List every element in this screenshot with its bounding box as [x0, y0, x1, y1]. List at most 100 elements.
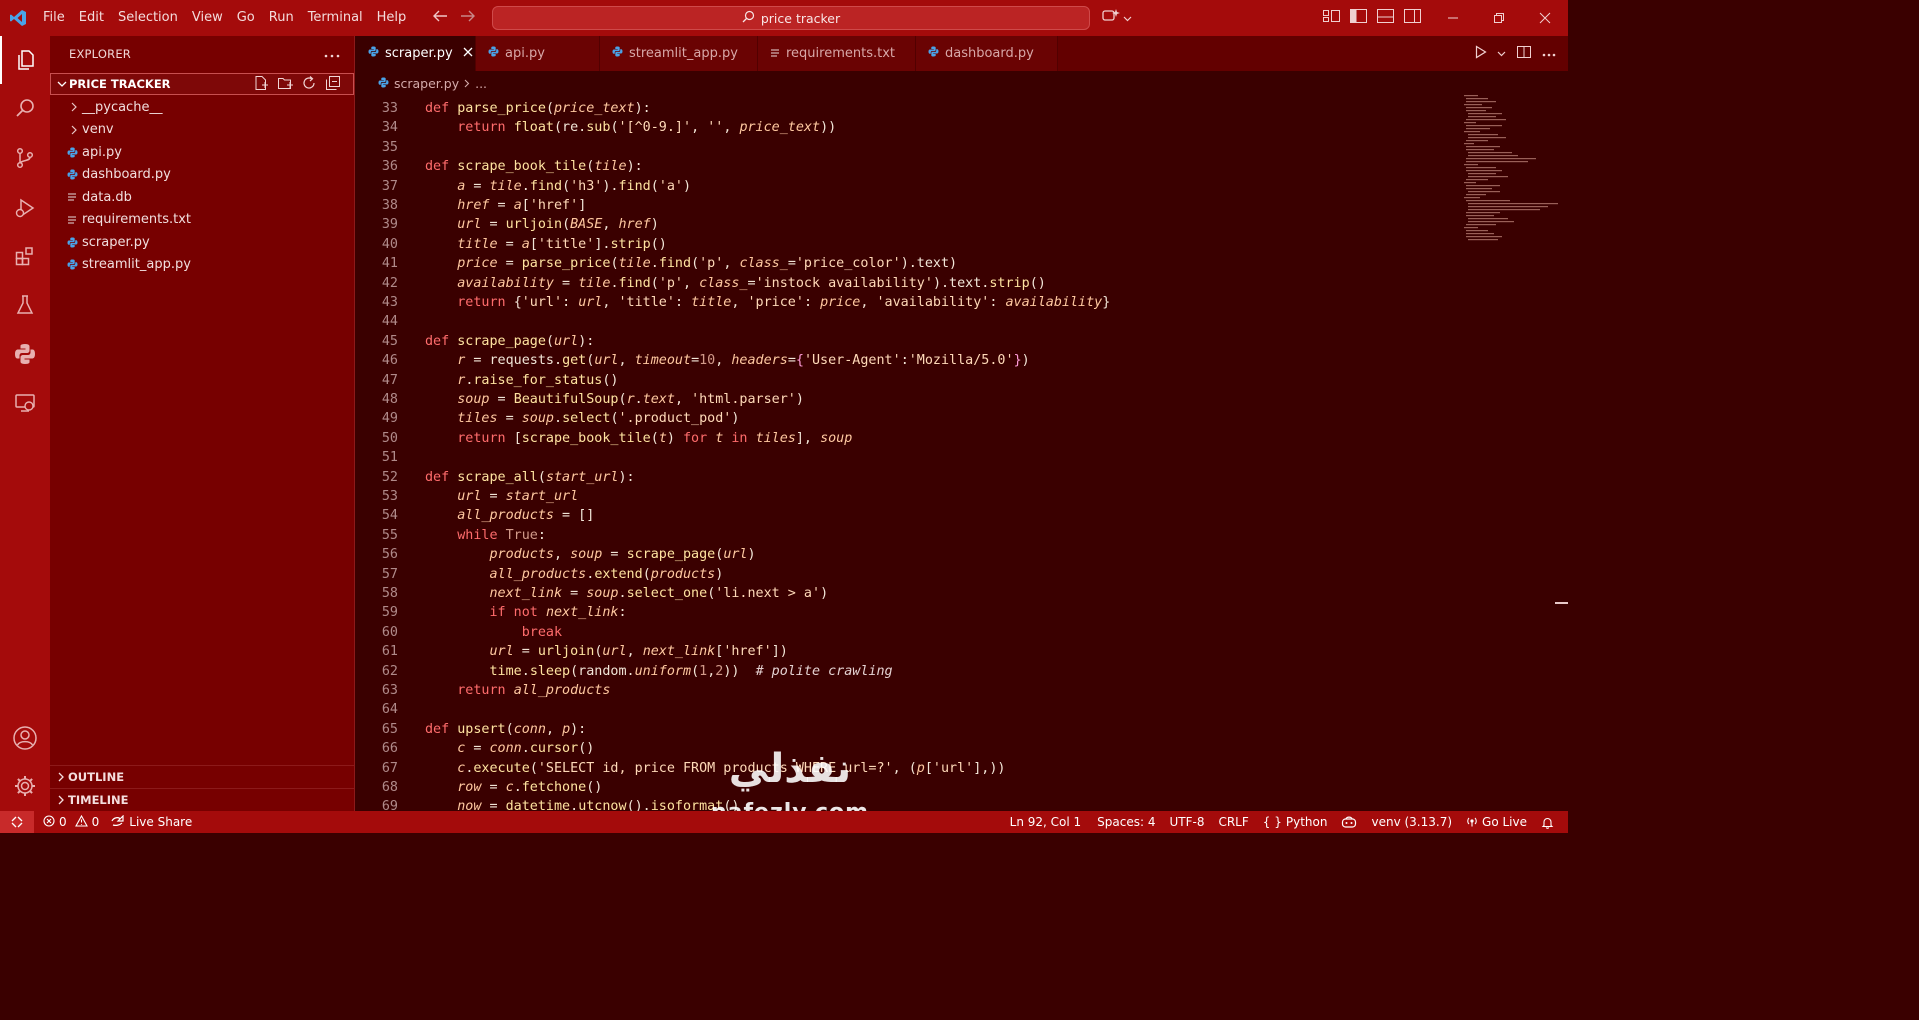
- menu-file[interactable]: File: [36, 0, 72, 36]
- menu-view[interactable]: View: [185, 0, 230, 36]
- remote-indicator-icon[interactable]: [0, 811, 34, 833]
- tab-streamlit-app-py[interactable]: streamlit_app.py: [600, 36, 758, 71]
- outline-panel-header[interactable]: OUTLINE: [50, 765, 355, 787]
- new-folder-icon[interactable]: [277, 75, 293, 94]
- indentation[interactable]: Spaces: 4: [1091, 811, 1163, 833]
- refresh-icon[interactable]: [301, 75, 317, 94]
- menu-terminal[interactable]: Terminal: [301, 0, 370, 36]
- folder-header-price-tracker[interactable]: PRICE TRACKER: [50, 73, 354, 95]
- breadcrumb-more[interactable]: ...: [475, 76, 487, 91]
- code-line[interactable]: 37 a = tile.find('h3').find('a'): [356, 177, 1456, 196]
- code-line[interactable]: 36 def scrape_book_tile(tile):: [356, 157, 1456, 176]
- code-line[interactable]: 52 def scrape_all(start_url):: [356, 468, 1456, 487]
- code-line[interactable]: 44: [356, 312, 1456, 331]
- code-line[interactable]: 56 products, soup = scrape_page(url): [356, 545, 1456, 564]
- forward-arrow-icon[interactable]: [460, 9, 476, 27]
- code-line[interactable]: 63 return all_products: [356, 681, 1456, 700]
- code-line[interactable]: 38 href = a['href']: [356, 196, 1456, 215]
- extensions-icon[interactable]: [0, 232, 50, 280]
- code-line[interactable]: 54 all_products = []: [356, 506, 1456, 525]
- code-line[interactable]: 40 title = a['title'].strip(): [356, 235, 1456, 254]
- language-mode[interactable]: { } Python: [1257, 811, 1336, 833]
- code-line[interactable]: 42 availability = tile.find('p', class_=…: [356, 274, 1456, 293]
- explorer-icon[interactable]: [0, 36, 50, 84]
- timeline-panel-header[interactable]: TIMELINE: [50, 788, 355, 810]
- code-line[interactable]: 64: [356, 700, 1456, 719]
- menu-go[interactable]: Go: [230, 0, 262, 36]
- tree-item-dashboard-py[interactable]: dashboard.py: [50, 164, 354, 187]
- tree-item-api-py[interactable]: api.py: [50, 141, 354, 164]
- python-icon[interactable]: [0, 330, 50, 378]
- new-file-icon[interactable]: [253, 75, 269, 94]
- code-line[interactable]: 41 price = parse_price(tile.find('p', cl…: [356, 254, 1456, 273]
- code-line[interactable]: 66 c = conn.cursor(): [356, 739, 1456, 758]
- code-line[interactable]: 68 row = c.fetchone(): [356, 778, 1456, 797]
- minimap[interactable]: [1462, 95, 1558, 245]
- code-line[interactable]: 46 r = requests.get(url, timeout=10, hea…: [356, 351, 1456, 370]
- breadcrumb-file[interactable]: scraper.py: [394, 76, 459, 91]
- code-line[interactable]: 49 tiles = soup.select('.product_pod'): [356, 409, 1456, 428]
- copilot-status-icon[interactable]: [1335, 811, 1365, 833]
- code-line[interactable]: 51: [356, 448, 1456, 467]
- python-interpreter[interactable]: venv (3.13.7): [1365, 811, 1460, 833]
- run-python-file-icon[interactable]: [1475, 44, 1487, 63]
- code-line[interactable]: 45 def scrape_page(url):: [356, 332, 1456, 351]
- toggle-panel-icon[interactable]: [1376, 8, 1395, 28]
- customize-layout-icon[interactable]: [1322, 8, 1341, 28]
- restore-icon[interactable]: [1476, 0, 1522, 36]
- remote-explorer-icon[interactable]: [0, 379, 50, 427]
- code-line[interactable]: 58 next_link = soup.select_one('li.next …: [356, 584, 1456, 603]
- tab-scraper-py[interactable]: scraper.py: [356, 36, 476, 71]
- collapse-all-icon[interactable]: [325, 75, 341, 94]
- chevron-down-icon[interactable]: [1497, 46, 1506, 61]
- search-view-icon[interactable]: [0, 84, 50, 132]
- code-line[interactable]: 69 now = datetime.utcnow().isoformat(): [356, 797, 1456, 811]
- tab-requirements-txt[interactable]: requirements.txt: [758, 36, 916, 71]
- more-actions-icon[interactable]: [1542, 46, 1556, 61]
- menu-selection[interactable]: Selection: [111, 0, 185, 36]
- code-line[interactable]: 43 return {'url': url, 'title': title, '…: [356, 293, 1456, 312]
- code-line[interactable]: 65 def upsert(conn, p):: [356, 720, 1456, 739]
- encoding[interactable]: UTF-8: [1163, 811, 1212, 833]
- split-editor-icon[interactable]: [1516, 45, 1532, 63]
- code-line[interactable]: 59 if not next_link:: [356, 603, 1456, 622]
- source-control-icon[interactable]: [0, 134, 50, 182]
- go-live-button[interactable]: Go Live: [1460, 811, 1535, 833]
- code-line[interactable]: 35: [356, 138, 1456, 157]
- command-center-search[interactable]: price tracker: [492, 6, 1090, 30]
- toggle-primary-sidebar-icon[interactable]: [1349, 8, 1368, 28]
- tree-item-scraper-py[interactable]: scraper.py: [50, 231, 354, 254]
- code-line[interactable]: 50 return [scrape_book_tile(t) for t in …: [356, 429, 1456, 448]
- code-line[interactable]: 34 return float(re.sub('[^0-9.]', '', pr…: [356, 118, 1456, 137]
- minimize-icon[interactable]: [1430, 0, 1476, 36]
- end-of-line[interactable]: CRLF: [1212, 811, 1256, 833]
- code-editor[interactable]: 33 def parse_price(price_text): 34 return …: [356, 95, 1568, 811]
- code-line[interactable]: 57 all_products.extend(products): [356, 565, 1456, 584]
- code-line[interactable]: 60 break: [356, 623, 1456, 642]
- code-line[interactable]: 48 soup = BeautifulSoup(r.text, 'html.pa…: [356, 390, 1456, 409]
- notifications-bell-icon[interactable]: [1535, 811, 1560, 833]
- tree-item-requirements-txt[interactable]: requirements.txt: [50, 209, 354, 232]
- back-arrow-icon[interactable]: [432, 9, 448, 27]
- menu-help[interactable]: Help: [370, 0, 414, 36]
- tab-dashboard-py[interactable]: dashboard.py: [916, 36, 1058, 71]
- accounts-icon[interactable]: [0, 714, 50, 762]
- tree-item-data-db[interactable]: data.db: [50, 186, 354, 209]
- code-line[interactable]: 39 url = urljoin(BASE, href): [356, 215, 1456, 234]
- menu-edit[interactable]: Edit: [72, 0, 111, 36]
- code-line[interactable]: 61 url = urljoin(url, next_link['href']): [356, 642, 1456, 661]
- tree-item-streamlit-app-py[interactable]: streamlit_app.py: [50, 254, 354, 277]
- tree-item-venv[interactable]: venv: [50, 119, 354, 142]
- settings-gear-icon[interactable]: [0, 762, 50, 810]
- testing-flask-icon[interactable]: [0, 281, 50, 329]
- copilot-button[interactable]: [1102, 8, 1132, 28]
- run-debug-icon[interactable]: [0, 184, 50, 232]
- code-line[interactable]: 62 time.sleep(random.uniform(1,2)) # pol…: [356, 662, 1456, 681]
- code-line[interactable]: 33 def parse_price(price_text):: [356, 99, 1456, 118]
- code-line[interactable]: 47 r.raise_for_status(): [356, 371, 1456, 390]
- toggle-secondary-sidebar-icon[interactable]: [1403, 8, 1422, 28]
- cursor-position[interactable]: Ln 92, Col 1: [1004, 811, 1092, 833]
- menu-run[interactable]: Run: [262, 0, 301, 36]
- tree-item-pycache[interactable]: __pycache__: [50, 96, 354, 119]
- close-window-icon[interactable]: [1522, 0, 1568, 36]
